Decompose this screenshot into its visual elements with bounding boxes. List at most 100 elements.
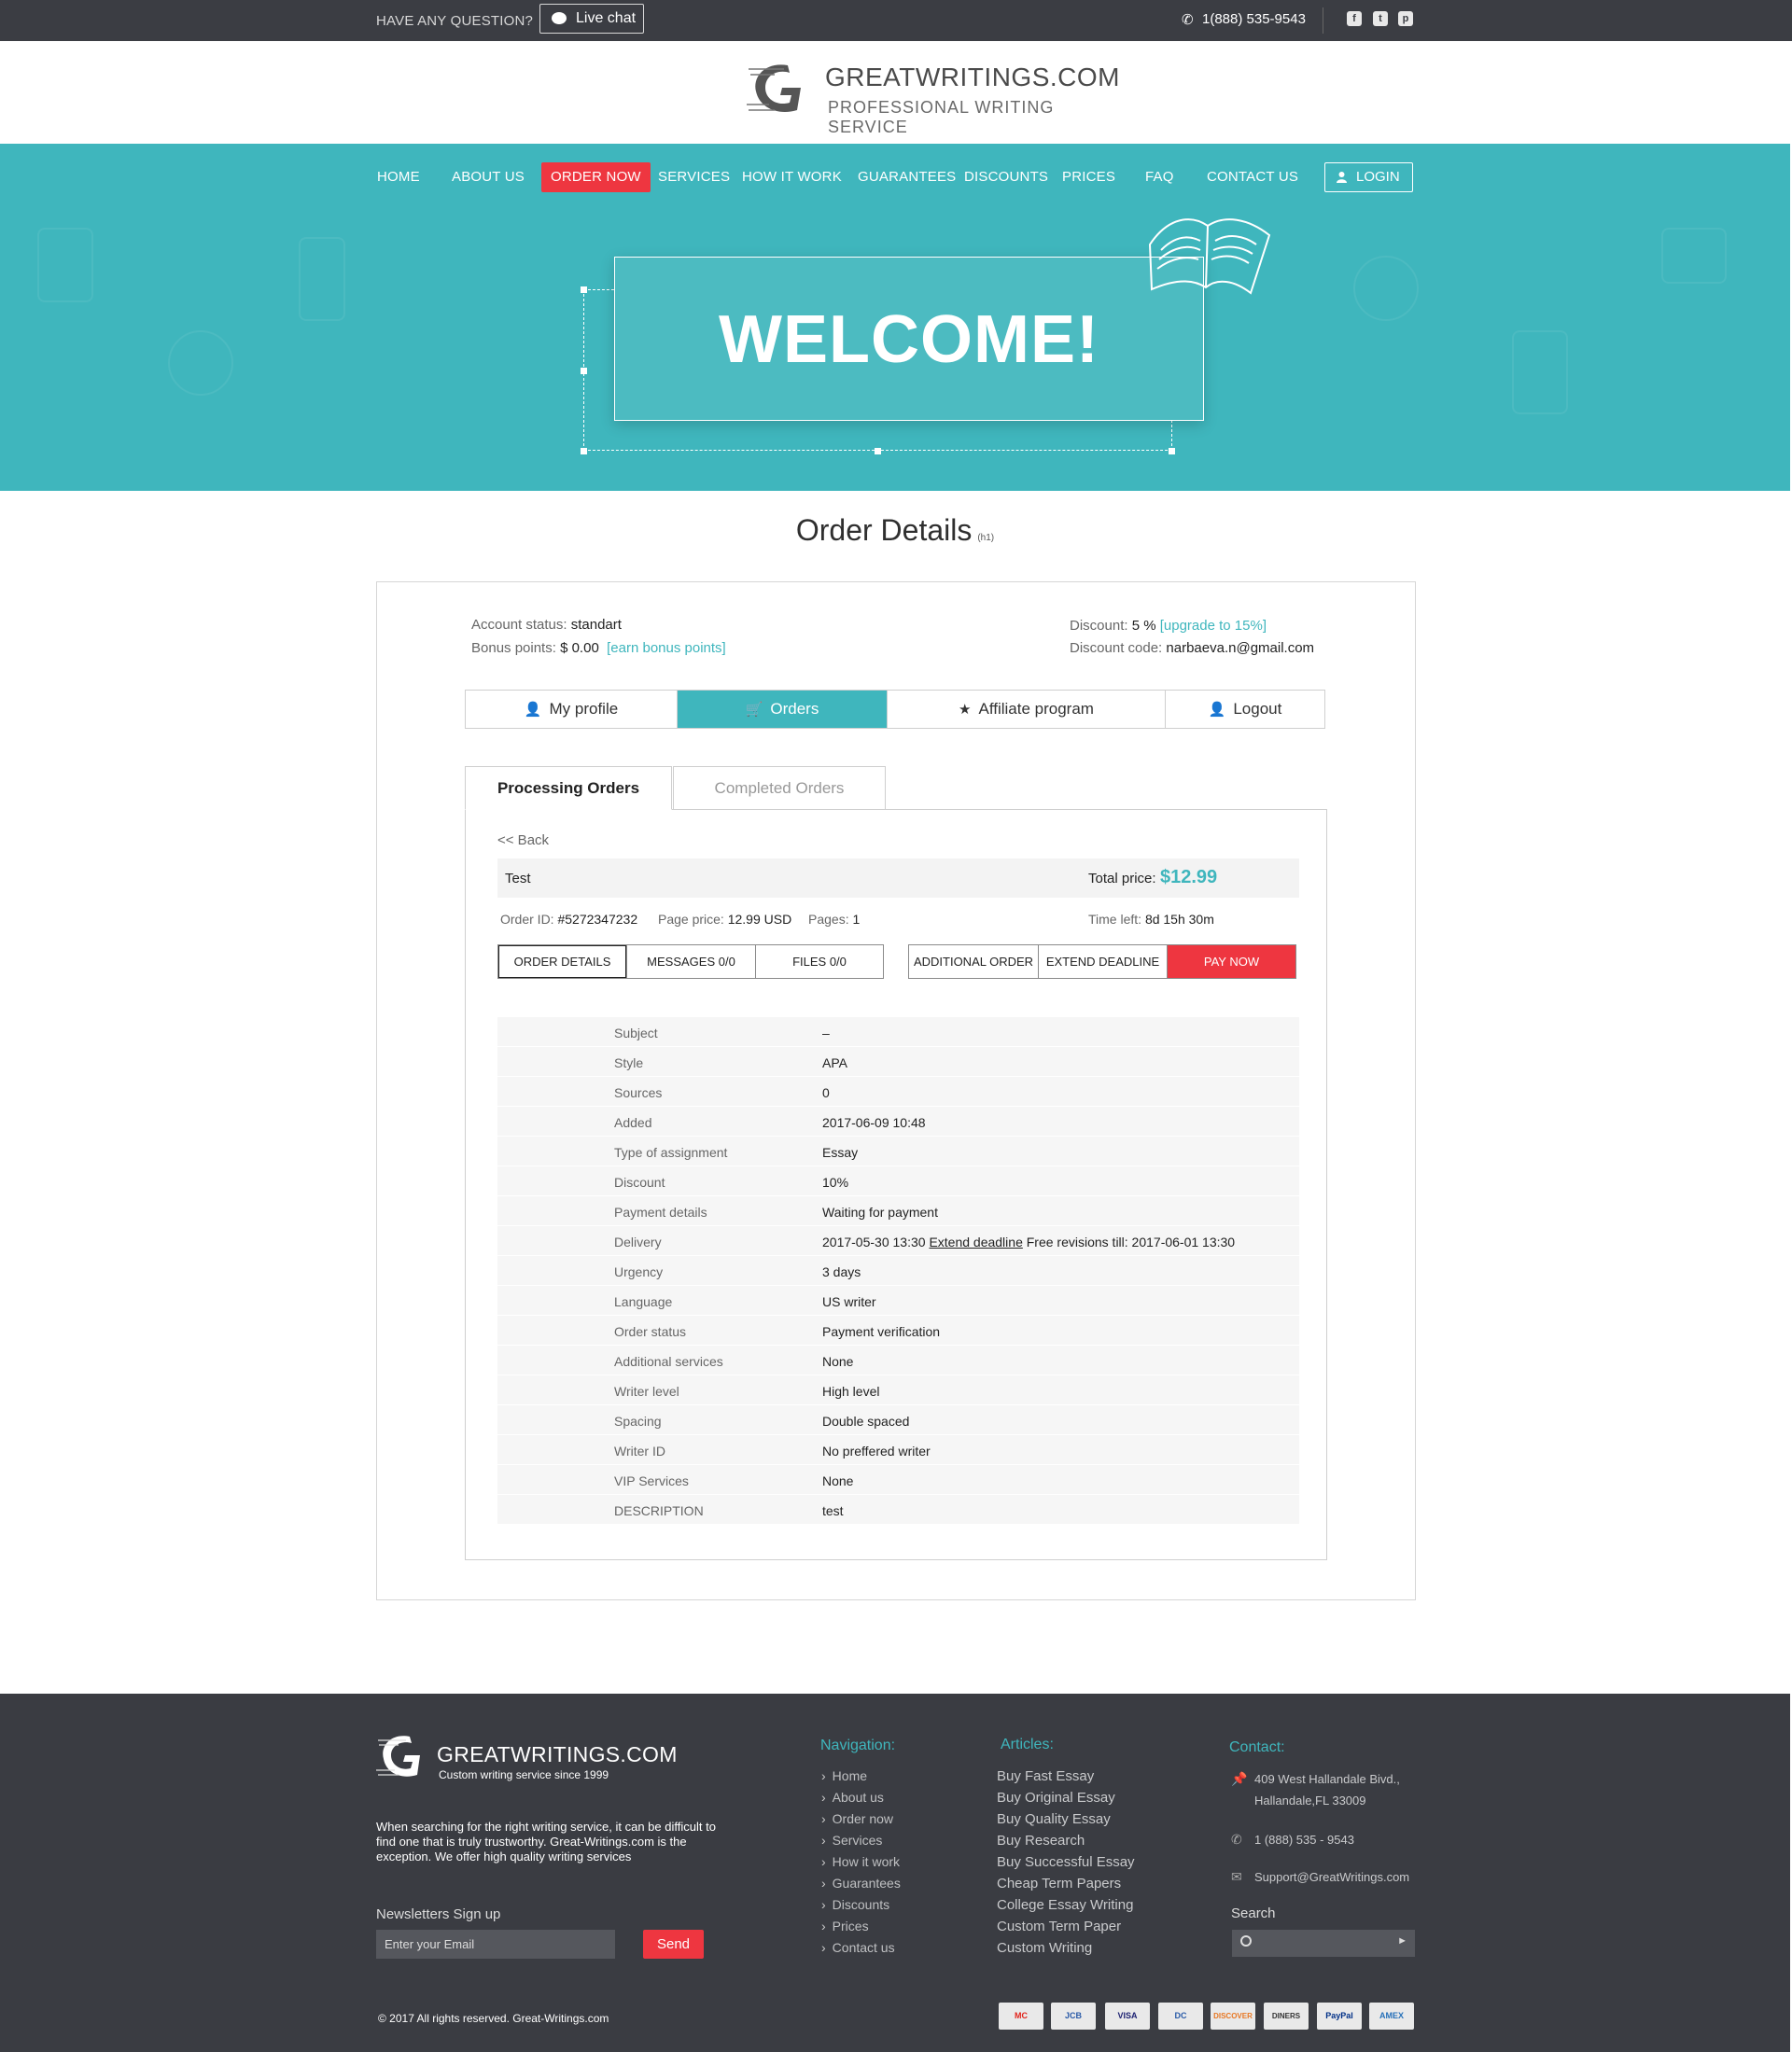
detail-label: Order status — [614, 1324, 687, 1339]
footer: GREATWRITINGS.COM Custom writing service… — [0, 1694, 1790, 2052]
footer-nav-home[interactable]: Home — [821, 1768, 901, 1790]
article-link[interactable]: Buy Fast Essay — [997, 1768, 1135, 1790]
pinterest-icon[interactable]: p — [1398, 11, 1413, 26]
star-icon: ★ — [959, 702, 972, 718]
table-row: Added 2017-06-09 10:48 — [497, 1107, 1299, 1137]
nav-home[interactable]: HOME — [377, 162, 420, 192]
pay-now-button[interactable]: PAY NOW — [1168, 945, 1295, 978]
footer-nav-about-us[interactable]: About us — [821, 1790, 901, 1811]
page-title-text: Order Details — [795, 513, 973, 547]
footer-nav-how-it-work[interactable]: How it work — [821, 1854, 901, 1876]
pages: Pages: 1 — [808, 912, 860, 927]
article-link[interactable]: Buy Quality Essay — [997, 1811, 1135, 1833]
footer-nav-order-now[interactable]: Order now — [821, 1811, 901, 1833]
footer-nav-heading: Navigation: — [820, 1738, 896, 1753]
footer-nav-contact-us[interactable]: Contact us — [821, 1940, 901, 1961]
nav-guarantees[interactable]: GUARANTEES — [858, 162, 956, 192]
nav-prices[interactable]: PRICES — [1062, 162, 1115, 192]
messages-button[interactable]: MESSAGES 0/0 — [627, 945, 756, 978]
address-line-1: 409 West Hallandale Bivd., — [1254, 1772, 1400, 1786]
facebook-icon[interactable]: f — [1347, 11, 1362, 26]
top-phone[interactable]: ✆ 1(888) 535-9543 — [1182, 11, 1306, 28]
nav-discounts[interactable]: DISCOUNTS — [964, 162, 1048, 192]
footer-address: 📌 409 West Hallandale Bivd., Hallandale,… — [1231, 1768, 1400, 1811]
search-icon — [1240, 1935, 1252, 1947]
additional-order-button[interactable]: ADDITIONAL ORDER — [909, 945, 1039, 978]
detail-value: 2017-06-09 10:48 — [822, 1115, 926, 1130]
tab-processing-orders[interactable]: Processing Orders — [465, 766, 672, 810]
play-arrow-icon[interactable]: ► — [1397, 1935, 1407, 1947]
files-button[interactable]: FILES 0/0 — [756, 945, 883, 978]
tab-completed-orders[interactable]: Completed Orders — [673, 766, 886, 810]
resize-handle — [581, 286, 587, 293]
amex-icon: AMEX — [1369, 2003, 1414, 2030]
detail-label: Payment details — [614, 1205, 707, 1220]
footer-nav-services[interactable]: Services — [821, 1833, 901, 1854]
article-link[interactable]: Cheap Term Papers — [997, 1876, 1135, 1897]
footer-email[interactable]: ✉ Support@GreatWritings.com — [1231, 1866, 1409, 1888]
table-row: DESCRIPTION test — [497, 1495, 1299, 1525]
tab-affiliate-program[interactable]: ★ Affiliate program — [888, 691, 1166, 728]
nav-contact-us[interactable]: CONTACT US — [1207, 162, 1298, 192]
login-button[interactable]: LOGIN — [1324, 162, 1413, 192]
newsletter-send-button[interactable]: Send — [643, 1930, 704, 1959]
welcome-heading: WELCOME! — [719, 302, 1099, 377]
tab-logout[interactable]: 👤 Logout — [1166, 691, 1324, 728]
article-link[interactable]: Buy Original Essay — [997, 1790, 1135, 1811]
jcb-icon: JCB — [1051, 2003, 1096, 2030]
detail-label: Writer ID — [614, 1444, 665, 1459]
tab-my-profile[interactable]: 👤 My profile — [466, 691, 678, 728]
footer-nav-discounts[interactable]: Discounts — [821, 1897, 901, 1919]
nav-about-us[interactable]: ABOUT US — [452, 162, 525, 192]
order-id-value: #5272347232 — [557, 912, 638, 927]
article-link[interactable]: Custom Writing — [997, 1940, 1135, 1961]
detail-value: Double spaced — [822, 1414, 910, 1429]
newsletter-email-input[interactable] — [376, 1930, 615, 1959]
nav-services[interactable]: SERVICES — [658, 162, 730, 192]
article-link[interactable]: Buy Research — [997, 1833, 1135, 1854]
table-row: VIP Services None — [497, 1465, 1299, 1495]
total-price-label: Total price: — [1088, 871, 1156, 886]
delivery-date: 2017-05-30 13:30 — [822, 1235, 926, 1249]
bonus-value: $ 0.00 — [560, 640, 599, 656]
g-logo-icon — [376, 1736, 420, 1777]
upgrade-link[interactable]: [upgrade to 15%] — [1160, 618, 1267, 634]
order-details-button[interactable]: ORDER DETAILS — [498, 945, 627, 978]
footer-nav-prices[interactable]: Prices — [821, 1919, 901, 1940]
order-action-buttons: ADDITIONAL ORDER EXTEND DEADLINE PAY NOW — [908, 944, 1296, 979]
g-logo-icon — [747, 64, 801, 112]
article-link[interactable]: Buy Successful Essay — [997, 1854, 1135, 1876]
detail-label: Type of assignment — [614, 1145, 728, 1160]
copyright: © 2017 All rights reserved. Great-Writin… — [378, 2012, 609, 2025]
article-link[interactable]: Custom Term Paper — [997, 1919, 1135, 1940]
detail-value: 2017-05-30 13:30 Extend deadline Free re… — [822, 1235, 1235, 1249]
footer-nav-guarantees[interactable]: Guarantees — [821, 1876, 901, 1897]
free-revisions-text: Free revisions till: 2017-06-01 13:30 — [1026, 1235, 1236, 1249]
extend-deadline-link[interactable]: Extend deadline — [929, 1235, 1022, 1249]
tab-orders[interactable]: 🛒 Orders — [678, 691, 888, 728]
detail-value: 10% — [822, 1175, 849, 1190]
order-summary-bar: Test Total price: $12.99 — [497, 858, 1299, 898]
detail-value: Essay — [822, 1145, 859, 1160]
nav-faq[interactable]: FAQ — [1145, 162, 1174, 192]
brand-subtitle: PROFESSIONAL WRITING SERVICE — [828, 98, 1055, 136]
detail-value: US writer — [822, 1294, 876, 1309]
decor-shape — [299, 237, 345, 321]
discount-code-label: Discount code: — [1070, 640, 1163, 656]
bonus-label: Bonus points: — [471, 640, 556, 656]
nav-how-it-work[interactable]: HOW IT WORK — [742, 162, 842, 192]
order-details-table: Subject – Style APA Sources 0 Added 2017-06… — [497, 1017, 1299, 1525]
detail-value: Payment verification — [822, 1324, 941, 1339]
article-link[interactable]: College Essay Writing — [997, 1897, 1135, 1919]
detail-label: Delivery — [614, 1235, 662, 1249]
earn-bonus-link[interactable]: [earn bonus points] — [607, 640, 726, 656]
footer-phone[interactable]: ✆ 1 (888) 535 - 9543 — [1231, 1829, 1354, 1850]
nav-order-now[interactable]: ORDER NOW — [541, 162, 651, 192]
footer-search-input[interactable]: ► — [1232, 1930, 1415, 1957]
live-chat-button[interactable]: Live chat — [539, 4, 644, 34]
user-icon: 👤 — [524, 702, 542, 718]
twitter-icon[interactable]: t — [1373, 11, 1388, 26]
back-link[interactable]: << Back — [497, 832, 549, 848]
site-logo[interactable]: GREATWRITINGS.COM PROFESSIONAL WRITING S… — [747, 56, 1119, 136]
extend-deadline-button[interactable]: EXTEND DEADLINE — [1039, 945, 1168, 978]
